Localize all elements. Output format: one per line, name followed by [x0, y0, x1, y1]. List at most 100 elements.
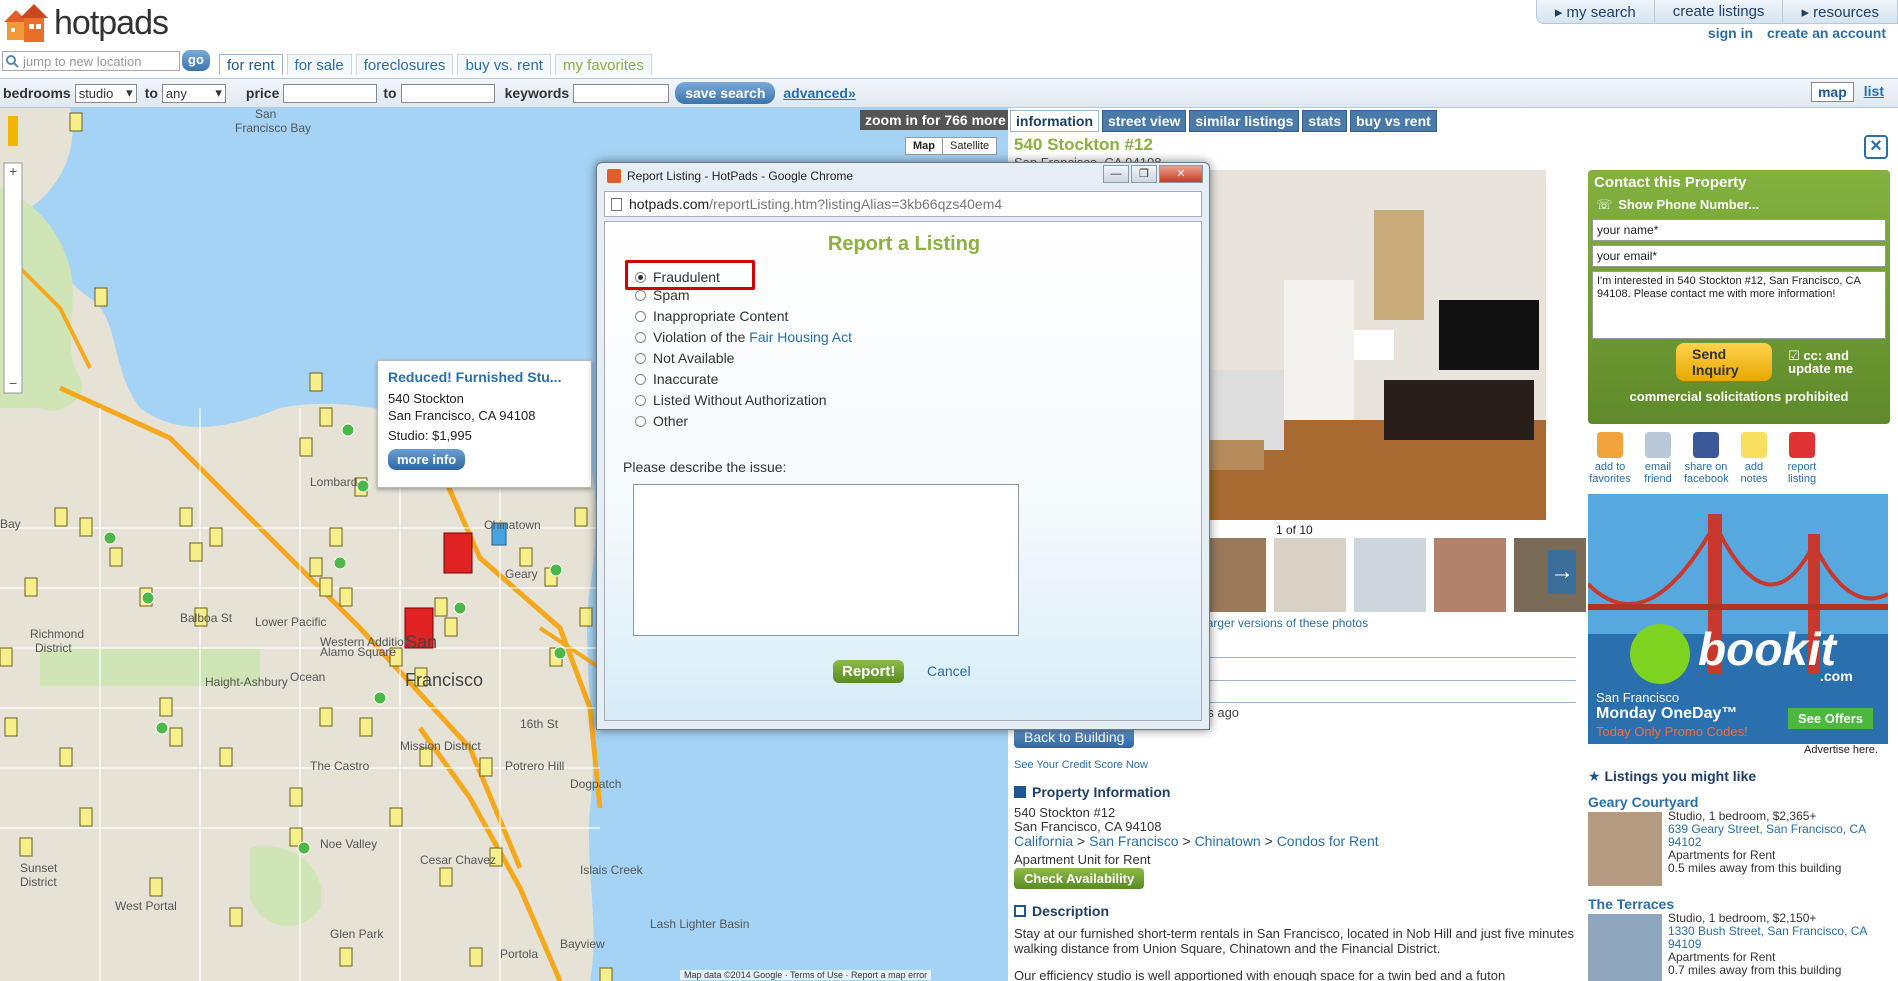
radio-button[interactable]	[635, 394, 646, 406]
ad-see-offers-button[interactable]: See Offers	[1788, 708, 1874, 729]
list-item[interactable]: The Terraces Studio, 1 bedroom, $2,150+ …	[1588, 896, 1888, 981]
option-fair-housing-violation[interactable]: Violation of the Fair Housing Act	[635, 329, 852, 345]
show-phone-link[interactable]: ☏ Show Phone Number...	[1596, 197, 1886, 213]
close-window-icon[interactable]: ✕	[1159, 165, 1203, 183]
listing-address[interactable]: 639 Geary Street, San Francisco, CA 9410…	[1668, 823, 1888, 849]
house-logo-icon	[2, 2, 52, 44]
next-photo-arrow-icon[interactable]: →	[1548, 550, 1576, 594]
close-icon[interactable]: ×	[1864, 135, 1888, 159]
svg-text:Lash Lighter Basin: Lash Lighter Basin	[650, 917, 749, 931]
email-friend-action[interactable]: email friend	[1636, 432, 1680, 485]
sign-in-link[interactable]: sign in	[1708, 25, 1753, 41]
message-field[interactable]: I'm interested in 540 Stockton #12, San …	[1592, 271, 1886, 339]
radio-button[interactable]	[635, 271, 646, 283]
listing-photo[interactable]	[1194, 170, 1546, 520]
add-to-favorites-action[interactable]: add to favorites	[1588, 432, 1632, 485]
go-button[interactable]: go	[182, 50, 210, 71]
listing-thumbnail[interactable]	[1588, 812, 1662, 886]
bedrooms-from-select[interactable]: studio ▾	[74, 83, 137, 103]
report-button[interactable]: Report!	[833, 660, 905, 683]
tab-for-rent[interactable]: for rent	[219, 54, 283, 75]
thumbnail[interactable]	[1274, 538, 1346, 612]
listing-address[interactable]: 1330 Bush Street, San Francisco, CA 9410…	[1668, 925, 1888, 951]
create-listings-link[interactable]: create listings	[1653, 0, 1783, 23]
advanced-link[interactable]: advanced»	[783, 85, 855, 101]
phone-icon: ☏	[1596, 197, 1613, 212]
check-availability-button[interactable]: Check Availability	[1014, 868, 1145, 889]
cancel-link[interactable]: Cancel	[927, 663, 971, 679]
radio-button[interactable]	[635, 415, 646, 427]
save-search-button[interactable]: save search	[675, 82, 776, 104]
listing-name[interactable]: Geary Courtyard	[1588, 794, 1888, 810]
map-type-map[interactable]: Map	[906, 138, 943, 154]
breadcrumb-condos[interactable]: Condos for Rent	[1277, 833, 1379, 849]
more-info-button[interactable]: more info	[388, 449, 466, 470]
minimize-icon[interactable]: —	[1103, 165, 1129, 183]
tab-street-view[interactable]: street view	[1102, 110, 1187, 132]
room-photo-image	[1194, 170, 1546, 520]
radio-button[interactable]	[635, 289, 646, 301]
cc-update-checkbox[interactable]: ☑ cc: and update me	[1788, 349, 1886, 375]
share-facebook-action[interactable]: share on facebook	[1684, 432, 1729, 485]
larger-photos-link[interactable]: e larger versions of these photos	[1194, 616, 1368, 630]
advertise-link[interactable]: Advertise here.	[1804, 744, 1878, 756]
name-field[interactable]: your name*	[1592, 219, 1886, 241]
add-notes-action[interactable]: add notes	[1732, 432, 1776, 485]
bookit-ad[interactable]: bookit .com San Francisco Monday OneDay™…	[1588, 494, 1888, 744]
tab-foreclosures[interactable]: foreclosures	[355, 54, 454, 75]
email-field[interactable]: your email*	[1592, 245, 1886, 267]
thumbnail[interactable]	[1434, 538, 1506, 612]
listing-thumbnail[interactable]	[1588, 914, 1662, 981]
view-toggle: map list	[1810, 82, 1890, 102]
option-other[interactable]: Other	[635, 413, 688, 429]
report-listing-action[interactable]: report listing	[1780, 432, 1824, 485]
breadcrumb-california[interactable]: California	[1014, 833, 1073, 849]
option-not-available[interactable]: Not Available	[635, 350, 734, 366]
breadcrumb-san-francisco[interactable]: San Francisco	[1089, 833, 1178, 849]
option-spam[interactable]: Spam	[635, 287, 690, 303]
my-search-link[interactable]: ▸ my search	[1537, 0, 1654, 23]
maximize-icon[interactable]: ❐	[1131, 165, 1157, 183]
tab-my-favorites[interactable]: my favorites	[554, 54, 652, 75]
map-view-button[interactable]: map	[1810, 82, 1854, 102]
popup-title[interactable]: Reduced! Furnished Stu...	[388, 369, 581, 385]
breadcrumb-chinatown[interactable]: Chinatown	[1195, 833, 1261, 849]
radio-button[interactable]	[635, 310, 646, 322]
tab-stats[interactable]: stats	[1302, 110, 1348, 132]
document-icon	[1014, 905, 1026, 917]
tab-buy-vs-rent[interactable]: buy vs. rent	[457, 54, 551, 75]
location-search-input[interactable]: jump to new location	[2, 51, 180, 71]
tab-buy-vs-rent-detail[interactable]: buy vs rent	[1350, 110, 1437, 132]
zoom-in-notice[interactable]: zoom in for 766 more	[860, 110, 1011, 130]
listing-name[interactable]: The Terraces	[1588, 896, 1888, 912]
option-fraudulent[interactable]: Fraudulent	[635, 269, 720, 285]
price-label: price	[245, 85, 280, 101]
price-min-input[interactable]	[283, 83, 378, 103]
tab-for-sale[interactable]: for sale	[286, 54, 352, 75]
send-inquiry-button[interactable]: Send Inquiry	[1676, 343, 1773, 381]
option-listed-without-authorization[interactable]: Listed Without Authorization	[635, 392, 827, 408]
svg-text:Bayview: Bayview	[560, 937, 605, 951]
create-account-link[interactable]: create an account	[1767, 25, 1886, 41]
list-view-link[interactable]: list	[1858, 82, 1890, 102]
radio-button[interactable]	[635, 331, 646, 343]
fair-housing-act-link[interactable]: Fair Housing Act	[749, 329, 852, 345]
hotpads-logo[interactable]: hotpads	[2, 2, 169, 44]
tab-information[interactable]: information	[1010, 110, 1099, 132]
thumbnail[interactable]	[1354, 538, 1426, 612]
describe-issue-label: Please describe the issue:	[623, 459, 787, 475]
issue-description-textarea[interactable]	[633, 484, 1019, 636]
resources-link[interactable]: ▸ resources	[1782, 0, 1897, 23]
price-max-input[interactable]	[400, 83, 495, 103]
option-inappropriate-content[interactable]: Inappropriate Content	[635, 308, 788, 324]
radio-button[interactable]	[635, 373, 646, 385]
keywords-input[interactable]	[573, 83, 670, 103]
option-inaccurate[interactable]: Inaccurate	[635, 371, 718, 387]
credit-score-link[interactable]: See Your Credit Score Now	[1014, 759, 1148, 771]
list-item[interactable]: Geary Courtyard Studio, 1 bedroom, $2,36…	[1588, 794, 1888, 888]
address-bar[interactable]: hotpads.com/reportListing.htm?listingAli…	[604, 191, 1202, 217]
radio-button[interactable]	[635, 352, 646, 364]
map-type-satellite[interactable]: Satellite	[943, 138, 996, 154]
tab-similar-listings[interactable]: similar listings	[1189, 110, 1300, 132]
bedrooms-to-select[interactable]: any ▾	[161, 83, 226, 103]
